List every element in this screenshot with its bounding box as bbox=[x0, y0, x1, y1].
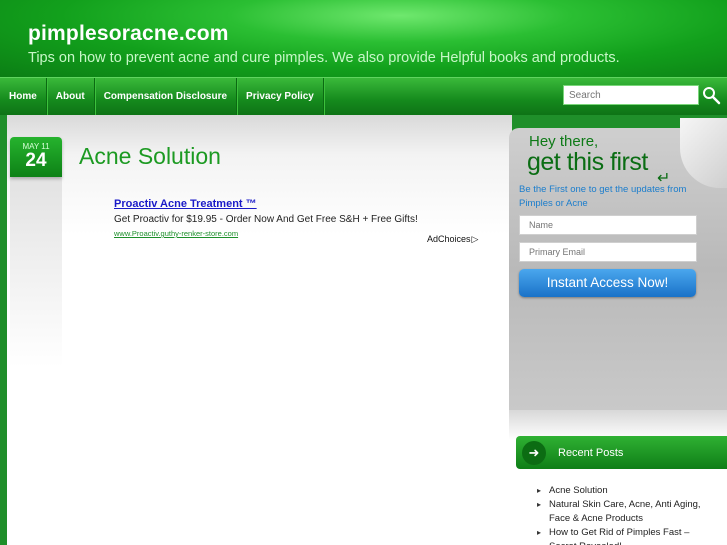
nav-item-home[interactable]: Home bbox=[0, 78, 47, 116]
content-area bbox=[7, 115, 512, 545]
nav-item-compensation-disclosure[interactable]: Compensation Disclosure bbox=[95, 78, 238, 116]
email-field[interactable] bbox=[519, 242, 697, 262]
adchoices-link[interactable]: AdChoices▷ bbox=[427, 234, 478, 245]
instant-access-button[interactable]: Instant Access Now! bbox=[519, 269, 696, 297]
optin-heading-large: get this first bbox=[527, 148, 648, 176]
nav-item-privacy-policy[interactable]: Privacy Policy bbox=[237, 78, 324, 116]
adchoices-triangle-icon: ▷ bbox=[471, 234, 479, 244]
ad-url-link[interactable]: www.Proactiv.guthy-renker-store.com bbox=[114, 229, 238, 238]
recent-posts-list: Acne Solution Natural Skin Care, Acne, A… bbox=[537, 484, 715, 545]
name-field[interactable] bbox=[519, 215, 697, 235]
site-tagline: Tips on how to prevent acne and cure pim… bbox=[28, 50, 620, 66]
site-title[interactable]: pimplesoracne.com bbox=[28, 22, 229, 46]
optin-description: Be the First one to get the updates from… bbox=[519, 184, 687, 209]
ad-title-link[interactable]: Proactiv Acne Treatment ™ bbox=[114, 198, 257, 210]
recent-post-item[interactable]: How to Get Rid of Pimples Fast – Secret … bbox=[537, 526, 715, 545]
post-date-badge: MAY 11 24 bbox=[10, 137, 62, 177]
recent-post-item[interactable]: Acne Solution bbox=[537, 484, 715, 498]
date-ribbon-shadow bbox=[10, 177, 62, 367]
adchoices-label: AdChoices bbox=[427, 234, 471, 244]
recent-post-item[interactable]: Natural Skin Care, Acne, Anti Aging, Fac… bbox=[537, 498, 715, 526]
site-header: pimplesoracne.com Tips on how to prevent… bbox=[0, 0, 727, 78]
nav-item-about[interactable]: About bbox=[47, 78, 95, 116]
post-date-day: 24 bbox=[25, 150, 47, 171]
search-input[interactable] bbox=[563, 85, 699, 105]
search-icon[interactable] bbox=[701, 85, 721, 105]
post-title[interactable]: Acne Solution bbox=[79, 143, 221, 170]
arrow-right-icon: ➜ bbox=[522, 441, 546, 465]
recent-posts-title: Recent Posts bbox=[558, 447, 624, 459]
ad-description: Get Proactiv for $19.95 - Order Now And … bbox=[114, 214, 418, 225]
